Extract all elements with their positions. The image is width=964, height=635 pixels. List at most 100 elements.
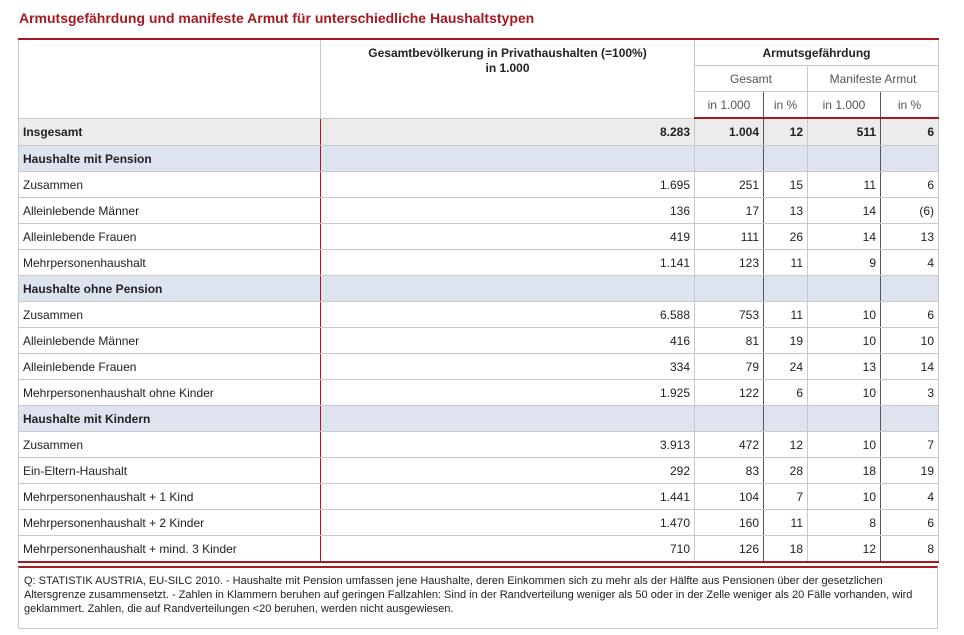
cell-ag-pct: 24	[763, 353, 808, 380]
table-row: Ein-Eltern-Haushalt 292 83 28 18 19	[18, 457, 939, 484]
cell-ma-abs: 14	[807, 197, 881, 224]
row-label: Ein-Eltern-Haushalt	[18, 457, 321, 484]
section-header-row: Haushalte mit Kindern	[18, 405, 939, 432]
table-row: Alleinlebende Frauen 419 111 26 14 13	[18, 223, 939, 250]
cell-ag-abs: 753	[694, 301, 764, 328]
cell-ma-abs: 12	[807, 535, 881, 563]
row-label: Alleinlebende Männer	[18, 197, 321, 224]
section-empty-cell	[320, 145, 695, 172]
total-row: Insgesamt 8.283 1.004 12 511 6	[18, 117, 939, 146]
section-heading: Haushalte mit Kindern	[18, 405, 321, 432]
cell-ma-pct: 19	[880, 457, 939, 484]
cell-ag-pct: 15	[763, 171, 808, 198]
header-population: Gesamtbevölkerung in Privathaushalten (=…	[320, 38, 695, 119]
table-row: Mehrpersonenhaushalt + mind. 3 Kinder 710…	[18, 535, 939, 563]
cell-ag-abs: 251	[694, 171, 764, 198]
cell-pop: 6.588	[320, 301, 695, 328]
cell-ma-pct: 6	[880, 509, 939, 536]
cell-ag-abs: 17	[694, 197, 764, 224]
cell-ma-abs: 10	[807, 327, 881, 354]
cell-ma-abs: 8	[807, 509, 881, 536]
cell-ma-pct: 14	[880, 353, 939, 380]
cell-ag-pct: 11	[763, 509, 808, 536]
cell-ag-pct: 12	[763, 431, 808, 458]
section-empty-cell	[763, 275, 808, 302]
cell-ma-abs: 10	[807, 379, 881, 406]
cell-ma-pct: 13	[880, 223, 939, 250]
table-row: Zusammen 3.913 472 12 10 7	[18, 431, 939, 458]
header-empty-cell	[18, 38, 321, 119]
header-unit-abs-2: in 1.000	[807, 91, 881, 119]
section-empty-cell	[880, 145, 939, 172]
cell-ag-abs: 1.004	[694, 117, 764, 146]
cell-ma-pct: 6	[880, 171, 939, 198]
cell-ma-abs: 11	[807, 171, 881, 198]
cell-ag-abs: 104	[694, 483, 764, 510]
cell-pop: 292	[320, 457, 695, 484]
section-empty-cell	[880, 405, 939, 432]
row-label: Mehrpersonenhaushalt + 1 Kind	[18, 483, 321, 510]
table-row: Zusammen 6.588 753 11 10 6	[18, 301, 939, 328]
cell-ma-pct: 4	[880, 483, 939, 510]
section-empty-cell	[763, 405, 808, 432]
section-empty-cell	[763, 145, 808, 172]
header-unit-pct-1: in %	[763, 91, 808, 119]
cell-ag-abs: 122	[694, 379, 764, 406]
cell-ag-abs: 123	[694, 249, 764, 276]
header-armutsgefaehrdung: Armutsgefährdung	[694, 38, 939, 66]
header-population-line1: Gesamtbevölkerung in Privathaushalten (=…	[368, 46, 647, 60]
row-label: Alleinlebende Frauen	[18, 353, 321, 380]
cell-ma-pct: 4	[880, 249, 939, 276]
poverty-table: Gesamtbevölkerung in Privathaushalten (=…	[18, 38, 939, 563]
header-gesamt: Gesamt	[694, 65, 808, 92]
section-header-row: Haushalte mit Pension	[18, 145, 939, 172]
row-label: Mehrpersonenhaushalt + mind. 3 Kinder	[18, 535, 321, 563]
row-label: Zusammen	[18, 171, 321, 198]
header-unit-pct-2: in %	[880, 91, 939, 119]
table-title: Armutsgefährdung und manifeste Armut für…	[19, 10, 535, 26]
cell-ma-pct: 8	[880, 535, 939, 563]
cell-pop: 334	[320, 353, 695, 380]
cell-ag-pct: 6	[763, 379, 808, 406]
table-row: Alleinlebende Frauen 334 79 24 13 14	[18, 353, 939, 380]
row-label: Insgesamt	[18, 117, 321, 146]
section-heading: Haushalte mit Pension	[18, 145, 321, 172]
cell-ma-pct: (6)	[880, 197, 939, 224]
cell-ma-pct: 7	[880, 431, 939, 458]
cell-ma-pct: 6	[880, 301, 939, 328]
row-label: Zusammen	[18, 301, 321, 328]
cell-ag-abs: 472	[694, 431, 764, 458]
section-empty-cell	[880, 275, 939, 302]
cell-ag-pct: 18	[763, 535, 808, 563]
cell-ma-abs: 10	[807, 483, 881, 510]
table-row: Alleinlebende Männer 416 81 19 10 10	[18, 327, 939, 354]
table-row: Mehrpersonenhaushalt 1.141 123 11 9 4	[18, 249, 939, 276]
section-empty-cell	[807, 275, 881, 302]
row-label: Alleinlebende Frauen	[18, 223, 321, 250]
cell-ag-abs: 160	[694, 509, 764, 536]
cell-ma-abs: 10	[807, 431, 881, 458]
table-row: Alleinlebende Männer 136 17 13 14 (6)	[18, 197, 939, 224]
cell-ag-pct: 26	[763, 223, 808, 250]
cell-ma-abs: 18	[807, 457, 881, 484]
cell-pop: 136	[320, 197, 695, 224]
cell-ma-abs: 511	[807, 117, 881, 146]
cell-pop: 416	[320, 327, 695, 354]
cell-ag-abs: 79	[694, 353, 764, 380]
section-empty-cell	[807, 145, 881, 172]
cell-ag-abs: 81	[694, 327, 764, 354]
table-row: Mehrpersonenhaushalt + 2 Kinder 1.470 160 1…	[18, 509, 939, 536]
cell-pop: 8.283	[320, 117, 695, 146]
cell-ma-abs: 9	[807, 249, 881, 276]
section-empty-cell	[320, 405, 695, 432]
cell-ag-pct: 11	[763, 301, 808, 328]
cell-pop: 1.925	[320, 379, 695, 406]
cell-ma-pct: 6	[880, 117, 939, 146]
cell-ma-pct: 3	[880, 379, 939, 406]
section-empty-cell	[694, 405, 764, 432]
cell-pop: 1.141	[320, 249, 695, 276]
row-label: Zusammen	[18, 431, 321, 458]
footnote: Q: STATISTIK AUSTRIA, EU-SILC 2010. - Ha…	[18, 566, 938, 629]
cell-pop: 710	[320, 535, 695, 563]
cell-ma-pct: 10	[880, 327, 939, 354]
